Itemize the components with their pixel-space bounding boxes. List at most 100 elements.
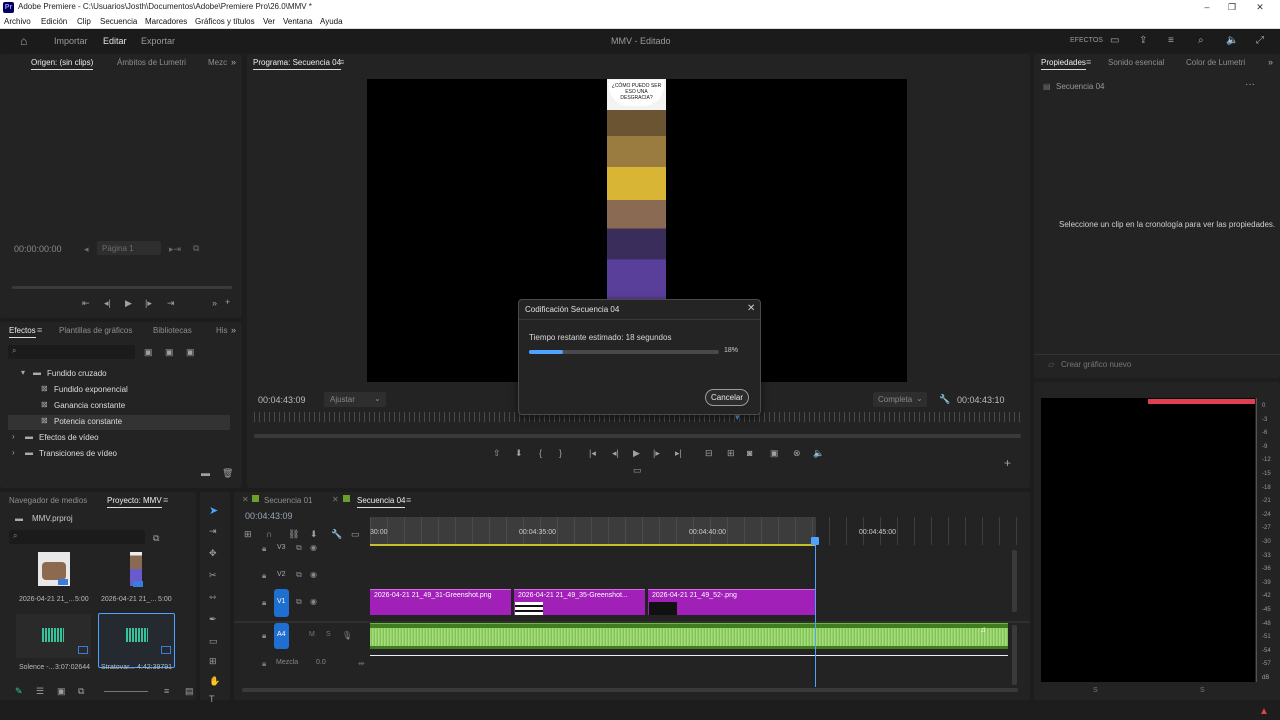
solo-button[interactable]: S [326, 631, 331, 638]
playhead-handle[interactable] [811, 537, 819, 545]
source-timecode[interactable]: 00:00:00:00 [14, 244, 62, 254]
close-icon[interactable]: ✕ [242, 495, 249, 504]
menu-marcadores[interactable]: Marcadores [145, 17, 187, 26]
tab-navegador-medios[interactable]: Navegador de medios [9, 496, 87, 505]
mark-out-icon[interactable]: ⇥ [167, 298, 175, 309]
more-panels-icon[interactable]: » [231, 325, 236, 335]
audio-media-thumbnail[interactable] [16, 614, 91, 658]
page-select[interactable]: Página 1 [97, 241, 161, 255]
step-back-icon[interactable]: ◂| [612, 448, 619, 459]
tree-item-fundido-exponencial[interactable]: ⊠ Fundido exponencial [0, 383, 240, 398]
nest-icon[interactable]: ⊞ [244, 529, 252, 540]
comparison-icon[interactable]: ▣ [770, 448, 779, 459]
eye-icon[interactable]: ◉ [310, 543, 317, 552]
hand-tool-icon[interactable]: ✋ [209, 676, 220, 687]
track-label[interactable]: V3 [277, 544, 286, 551]
list-view-icon[interactable]: ☰ [36, 686, 44, 697]
tab-programa[interactable]: Programa: Secuencia 04 [253, 58, 342, 70]
menu-edicion[interactable]: Edición [41, 17, 67, 26]
slip-tool-icon[interactable]: ⇿ [209, 592, 217, 603]
media-thumbnail[interactable] [38, 552, 70, 586]
tab-efectos[interactable]: Efectos [9, 326, 36, 338]
zoom-slider[interactable] [104, 691, 148, 692]
tab-historial[interactable]: His [216, 326, 228, 335]
snap-icon[interactable]: ∩ [266, 529, 272, 539]
sort-icon[interactable]: ≡ [164, 686, 169, 696]
icon-view-icon[interactable]: ▣ [57, 686, 66, 697]
project-search-input[interactable]: ⌕ [9, 530, 145, 544]
32bit-effects-icon[interactable]: ▣ [165, 347, 174, 358]
step-back-icon[interactable]: ◂| [104, 298, 111, 309]
tree-item-efectos-video[interactable]: › ▬ Efectos de vídeo [0, 431, 240, 446]
trash-icon[interactable]: 🗑 [222, 468, 233, 479]
tab-bibliotecas[interactable]: Bibliotecas [153, 326, 192, 335]
menu-ayuda[interactable]: Ayuda [320, 17, 343, 26]
warning-icon[interactable]: ▲ [1259, 706, 1269, 717]
lock-icon[interactable]: 🔒︎ [262, 631, 266, 641]
home-icon[interactable]: ⌂ [20, 34, 27, 48]
next-page-icon[interactable]: ▸⇥ [169, 244, 181, 255]
go-to-out-icon[interactable]: ▸| [675, 448, 682, 459]
track-label[interactable]: A4 [277, 631, 286, 638]
video-clip[interactable]: 2026-04-21 21_49_35-Greenshot... [514, 589, 645, 615]
mark-in-icon[interactable]: { [539, 448, 542, 458]
import-tab[interactable]: Importar [54, 36, 88, 46]
fit-select[interactable]: Ajustar ⌄ [324, 392, 386, 407]
share-icon[interactable]: ⇪ [1139, 35, 1147, 46]
tab-color-lumetri[interactable]: Color de Lumetri [1186, 58, 1245, 67]
type-in-rectangle-icon[interactable]: ⊞ [209, 656, 217, 667]
properties-menu-icon[interactable]: ≡ [1086, 57, 1091, 67]
tab-origen[interactable]: Origen: (sin clips) [31, 58, 94, 70]
fullscreen-icon[interactable]: ⤢ [1256, 35, 1264, 46]
menu-clip[interactable]: Clip [77, 17, 91, 26]
step-forward-icon[interactable]: |▸ [653, 448, 660, 459]
tab-lumetri-scopes[interactable]: Ámbitos de Lumetri [117, 58, 186, 67]
quality-select[interactable]: Completa ⌄ [873, 392, 927, 407]
maximize-icon[interactable]: ❐ [1225, 1, 1239, 13]
more-controls-icon[interactable]: » [212, 298, 217, 308]
sync-lock-icon[interactable]: ⧉ [296, 570, 302, 580]
mix-nav-icon[interactable]: ⇹ [358, 659, 365, 668]
tab-secuencia-01[interactable]: Secuencia 01 [264, 496, 312, 505]
mark-out-icon[interactable]: } [559, 448, 562, 458]
chevron-right-icon[interactable]: › [12, 448, 15, 457]
video-clip[interactable]: 2026-04-21 21_49_31-Greenshot.png [370, 589, 511, 615]
yuv-effects-icon[interactable]: ▣ [186, 347, 195, 358]
overwrite-icon[interactable]: ⊞ [727, 448, 735, 459]
step-forward-icon[interactable]: |▸ [145, 298, 152, 309]
new-graphic-button[interactable]: Crear gráfico nuevo [1061, 360, 1131, 369]
camera-icon[interactable]: ◙ [747, 448, 752, 458]
mark-in-icon[interactable]: ⇤ [82, 298, 90, 309]
microphone-icon[interactable]: 🎙︎ [342, 631, 352, 640]
mix-value[interactable]: 0.0 [316, 659, 326, 666]
accelerated-effects-icon[interactable]: ▣ [144, 347, 153, 358]
display-mode-icon[interactable]: ▭ [633, 465, 642, 476]
effects-menu-icon[interactable]: ≡ [37, 325, 42, 335]
timeline-timecode[interactable]: 00:04:43:09 [245, 511, 293, 521]
program-timecode-left[interactable]: 00:04:43:09 [258, 395, 306, 405]
program-scroll-bar[interactable] [254, 434, 1021, 438]
lock-icon[interactable]: 🔒︎ [262, 571, 266, 581]
track-select-tool-icon[interactable]: ⇥ [209, 526, 217, 537]
new-search-bin-icon[interactable]: ⧉ [153, 533, 159, 544]
pencil-icon[interactable]: ✎ [15, 686, 23, 697]
add-button-icon[interactable]: + [225, 297, 230, 307]
tree-item-potencia-constante[interactable]: ⊠ Potencia constante [0, 415, 240, 430]
tree-item-fundido-cruzado[interactable]: ▾ ▬ Fundido cruzado [0, 367, 240, 382]
more-panels-icon[interactable]: » [1268, 57, 1273, 67]
menu-ver[interactable]: Ver [263, 17, 275, 26]
track-label[interactable]: V2 [277, 571, 286, 578]
more-options-icon[interactable]: ··· [1245, 79, 1255, 90]
tab-plantillas[interactable]: Plantillas de gráficos [59, 326, 132, 335]
marker-icon[interactable]: ⬇ [515, 448, 523, 459]
razor-tool-icon[interactable]: ✂ [209, 570, 217, 581]
solo-left-button[interactable]: S [1093, 687, 1098, 694]
chevron-right-icon[interactable]: › [12, 432, 15, 441]
menu-archivo[interactable]: Archivo [4, 17, 31, 26]
playhead-line[interactable] [815, 537, 816, 687]
rectangle-tool-icon[interactable]: ▭ [209, 636, 218, 647]
video-clip[interactable]: 2026-04-21 21_49_52-.png [648, 589, 816, 615]
tab-proyecto[interactable]: Proyecto: MMV [107, 496, 162, 508]
effects-search-input[interactable]: ⌕ [8, 345, 135, 359]
play-icon[interactable]: ▶ [125, 298, 132, 309]
